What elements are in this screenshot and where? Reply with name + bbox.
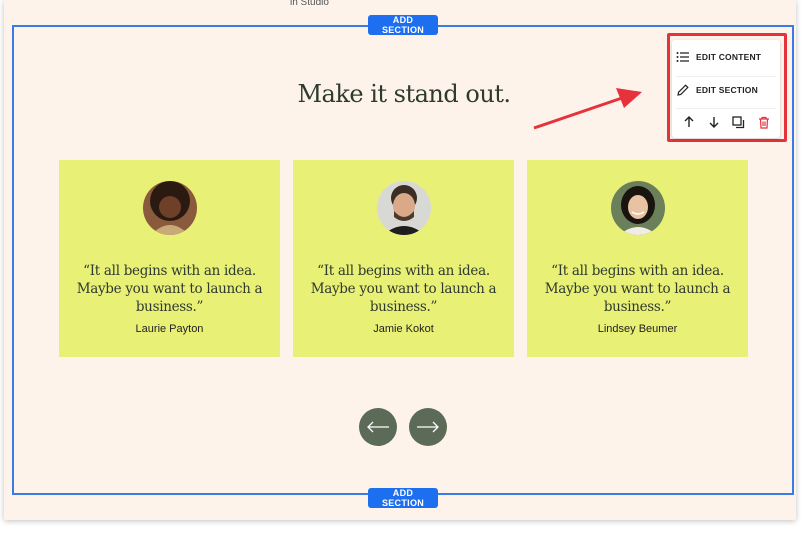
testimonial-quote: “It all begins with an idea. Maybe you w…	[544, 263, 731, 315]
top-cut-text: in Studio	[290, 0, 329, 8]
arrow-up-icon	[684, 116, 693, 127]
arrow-left-icon	[367, 421, 389, 433]
testimonial-author: Lindsey Beumer	[597, 323, 678, 335]
list-icon	[676, 52, 689, 62]
testimonial-author: Jamie Kokot	[373, 323, 434, 335]
edit-content-label: EDIT CONTENT	[696, 52, 762, 62]
testimonial-card: “It all begins with an idea. Maybe you w…	[59, 160, 280, 357]
testimonial-quote: “It all begins with an idea. Maybe you w…	[310, 263, 497, 315]
testimonial-card: “It all begins with an idea. Maybe you w…	[293, 160, 514, 357]
toolbar-icon-row	[676, 108, 776, 135]
arrow-right-icon	[417, 421, 439, 433]
testimonial-quote: “It all begins with an idea. Maybe you w…	[76, 263, 263, 315]
move-down-button[interactable]	[706, 114, 722, 130]
testimonial-author: Laurie Payton	[135, 323, 204, 335]
pencil-icon	[677, 84, 689, 96]
duplicate-icon	[732, 115, 745, 128]
add-section-top-button[interactable]: ADD SECTION	[368, 15, 438, 35]
delete-button[interactable]	[756, 114, 772, 130]
annotation-arrow	[533, 88, 642, 130]
edit-section-button[interactable]: EDIT SECTION	[676, 76, 776, 103]
trash-icon	[758, 116, 769, 129]
avatar	[143, 181, 197, 235]
add-section-bottom-button[interactable]: ADD SECTION	[368, 488, 438, 508]
avatar	[377, 181, 431, 235]
move-up-button[interactable]	[681, 114, 697, 130]
duplicate-button[interactable]	[731, 114, 747, 130]
carousel-next-button[interactable]	[409, 408, 447, 446]
carousel-prev-button[interactable]	[359, 408, 397, 446]
edit-section-label: EDIT SECTION	[696, 85, 758, 95]
section-toolbar: EDIT CONTENT EDIT SECTION	[672, 40, 780, 138]
avatar	[611, 181, 665, 235]
testimonial-card: “It all begins with an idea. Maybe you w…	[527, 160, 748, 357]
edit-content-button[interactable]: EDIT CONTENT	[676, 44, 776, 70]
arrow-down-icon	[709, 117, 718, 128]
